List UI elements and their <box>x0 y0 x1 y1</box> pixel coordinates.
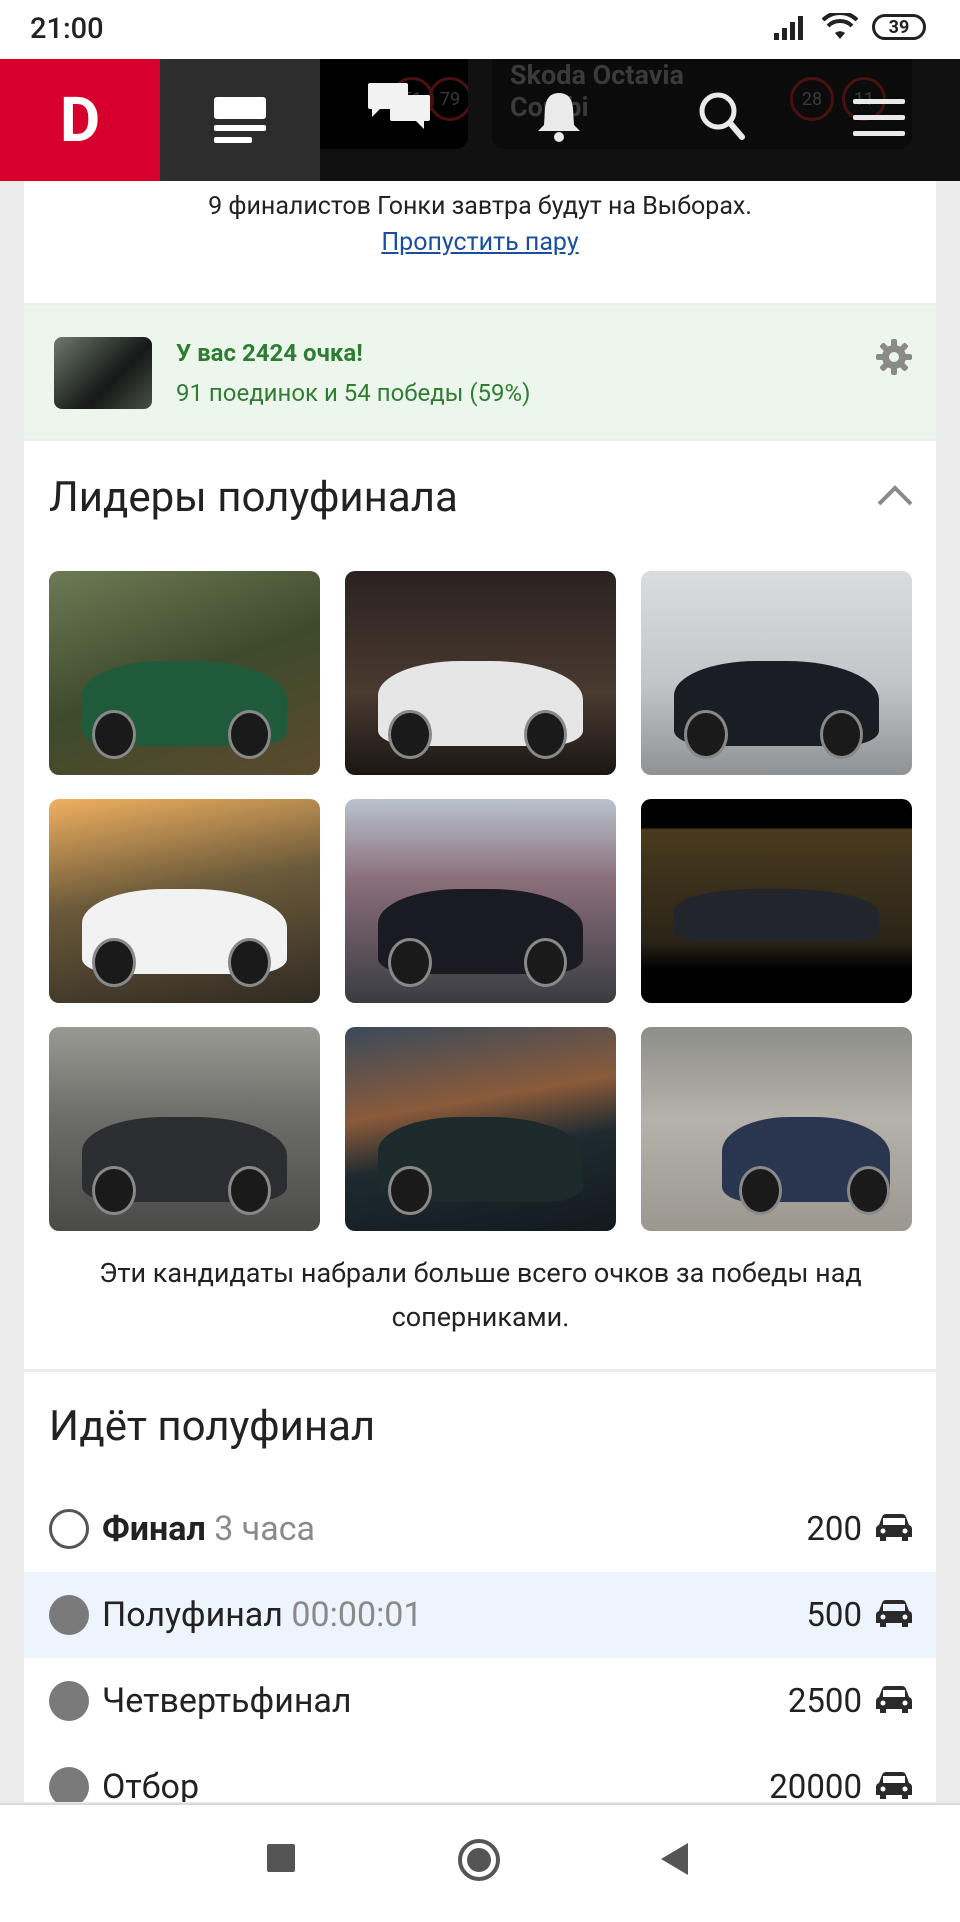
leader-car-photo[interactable] <box>345 571 616 775</box>
race-message: 9 финалистов Гонки завтра будут на Выбор… <box>208 192 752 221</box>
leader-car-photo[interactable] <box>641 1027 912 1231</box>
main-content: 9 финалистов Гонки завтра будут на Выбор… <box>24 181 936 1802</box>
back-icon[interactable] <box>658 1841 692 1877</box>
ghost-badge: 28 <box>790 77 834 121</box>
user-car-thumbnail <box>54 337 152 409</box>
leaders-title: Лидеры полуфинала <box>49 473 458 522</box>
stage-radio <box>49 1595 89 1635</box>
leaders-caption: Эти кандидаты набрали больше всего очков… <box>99 1257 862 1333</box>
stage-count: 20000 <box>769 1767 862 1803</box>
car-icon <box>876 1514 912 1541</box>
leaders-grid <box>49 571 912 1231</box>
stage-label: Финал 3 часа <box>102 1509 316 1549</box>
home-icon[interactable] <box>456 1837 502 1883</box>
car-icon <box>876 1600 912 1627</box>
leader-car-photo[interactable] <box>641 571 912 775</box>
leader-car-photo[interactable] <box>49 571 320 775</box>
duels-text: 91 поединок и 54 победы (59%) <box>176 379 531 407</box>
status-icons: 39 <box>772 13 926 41</box>
stage-label: Полуфинал 00:00:01 <box>102 1595 423 1635</box>
stage-radio <box>49 1509 89 1549</box>
recent-apps-icon[interactable] <box>264 1841 298 1875</box>
feed-tab[interactable] <box>160 59 320 181</box>
leader-car-photo[interactable] <box>345 1027 616 1231</box>
semifinal-leaders-section: Лидеры полуфинала Эти кандидаты набрали … <box>24 441 936 1369</box>
stage-radio <box>49 1767 89 1802</box>
drive2-logo[interactable]: D <box>0 59 160 181</box>
stage-row-selection[interactable]: Отбор 20000 <box>24 1744 936 1802</box>
feed-icon <box>214 97 266 143</box>
race-info-card: 9 финалистов Гонки завтра будут на Выбор… <box>24 181 936 303</box>
user-score-panel: У вас 2424 очка! 91 поединок и 54 победы… <box>24 305 936 439</box>
stage-radio <box>49 1681 89 1721</box>
status-time: 21:00 <box>30 12 104 46</box>
signal-icon <box>774 16 803 40</box>
stage-row-semifinal[interactable]: Полуфинал 00:00:01 500 <box>24 1572 936 1658</box>
leader-car-photo[interactable] <box>49 1027 320 1231</box>
messages-tab[interactable]: 51 79 <box>320 59 468 149</box>
stage-row-quarterfinal[interactable]: Четвертьфинал 2500 <box>24 1658 936 1744</box>
stage-count: 500 <box>806 1595 862 1635</box>
car-icon <box>876 1686 912 1713</box>
leader-car-photo[interactable] <box>49 799 320 1003</box>
stage-count: 2500 <box>787 1681 862 1721</box>
leader-car-photo[interactable] <box>641 799 912 1003</box>
stage-label: Отбор <box>102 1767 200 1802</box>
search-icon[interactable] <box>698 91 746 141</box>
battery-indicator: 39 <box>872 14 926 40</box>
stage-label: Четвертьфинал <box>102 1681 352 1721</box>
leader-car-photo[interactable] <box>345 799 616 1003</box>
points-text: У вас 2424 очка! <box>176 339 363 367</box>
app-bar: D 51 79 Skoda Octavia Combi 28 11 <box>0 59 960 181</box>
stage-row-final[interactable]: Финал 3 часа 200 <box>24 1486 936 1572</box>
status-bar: 21:00 39 <box>0 0 960 59</box>
chat-icon <box>368 83 430 129</box>
system-nav-bar <box>0 1803 960 1922</box>
ghost-badge: 79 <box>428 77 468 121</box>
notifications-bell-icon[interactable] <box>536 89 582 143</box>
skip-pair-link[interactable]: Пропустить пару <box>381 228 578 257</box>
menu-hamburger-icon[interactable] <box>852 97 906 139</box>
wifi-icon <box>822 13 858 39</box>
stage-count: 200 <box>806 1509 862 1549</box>
stages-title: Идёт полуфинал <box>49 1402 376 1451</box>
chevron-up-icon[interactable] <box>876 483 914 507</box>
car-icon <box>876 1772 912 1799</box>
gear-icon[interactable] <box>876 339 912 375</box>
stages-section: Идёт полуфинал Финал 3 часа 200 Полуфина… <box>24 1372 936 1802</box>
